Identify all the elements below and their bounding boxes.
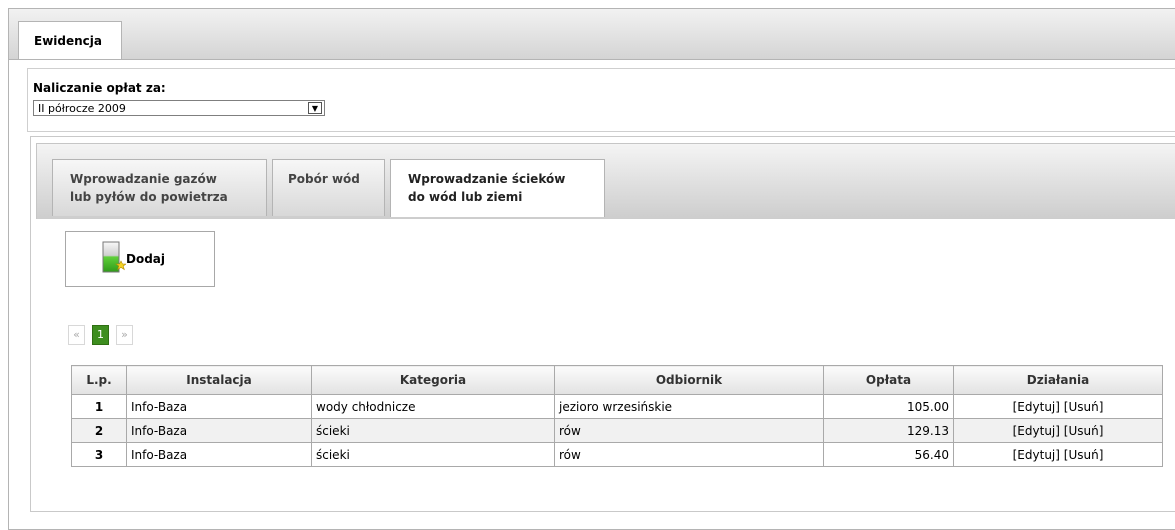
col-lp: L.p.	[71, 365, 127, 395]
main-tab-strip	[9, 9, 1175, 60]
cell-odbiornik: jezioro wrzesińskie	[554, 394, 824, 419]
cell-odbiornik: rów	[554, 442, 824, 467]
subtab-gazy-line2: lub pyłów do powietrza	[70, 190, 228, 204]
edit-link[interactable]: [Edytuj]	[1013, 448, 1060, 462]
pager-next[interactable]: »	[116, 325, 133, 345]
pager-page-1[interactable]: 1	[92, 325, 109, 345]
subtab-scieki-line1: Wprowadzanie ścieków	[408, 172, 566, 186]
col-oplata: Opłata	[823, 365, 954, 395]
cell-lp: 1	[71, 394, 127, 419]
subtab-scieki[interactable]: Wprowadzanie ścieków do wód lub ziemi	[390, 159, 605, 217]
cell-instalacja: Info-Baza	[126, 418, 312, 443]
subtab-panel: Wprowadzanie gazów lub pyłów do powietrz…	[30, 136, 1175, 512]
subtab-pobor-wod-label: Pobór wód	[288, 172, 360, 186]
edit-link[interactable]: [Edytuj]	[1013, 400, 1060, 414]
cell-dzialania: [Edytuj] [Usuń]	[953, 394, 1163, 419]
delete-link[interactable]: [Usuń]	[1064, 400, 1104, 414]
pager-prev[interactable]: «	[68, 325, 85, 345]
col-dzialania: Działania	[953, 365, 1163, 395]
edit-link[interactable]: [Edytuj]	[1013, 424, 1060, 438]
cell-dzialania: [Edytuj] [Usuń]	[953, 418, 1163, 443]
col-kategoria: Kategoria	[311, 365, 555, 395]
cell-kategoria: ścieki	[311, 418, 555, 443]
cell-instalacja: Info-Baza	[126, 394, 312, 419]
col-instalacja: Instalacja	[126, 365, 312, 395]
col-odbiornik: Odbiornik	[554, 365, 824, 395]
dropdown-arrow-icon[interactable]: ▼	[308, 102, 322, 114]
cell-oplata: 105.00	[823, 394, 954, 419]
table-row: 3 Info-Baza ścieki rów 56.40 [Edytuj] [U…	[71, 442, 1163, 467]
cell-odbiornik: rów	[554, 418, 824, 443]
table-row: 1 Info-Baza wody chłodnicze jezioro wrze…	[71, 394, 1163, 419]
cell-kategoria: ścieki	[311, 442, 555, 467]
cell-lp: 2	[71, 418, 127, 443]
cell-lp: 3	[71, 442, 127, 467]
cell-instalacja: Info-Baza	[126, 442, 312, 467]
tab-ewidencja[interactable]: Ewidencja	[18, 21, 122, 59]
add-button-label: Dodaj	[126, 252, 166, 266]
period-select-value: II półrocze 2009	[38, 102, 126, 115]
delete-link[interactable]: [Usuń]	[1064, 448, 1104, 462]
period-section: Naliczanie opłat za: II półrocze 2009 ▼	[27, 68, 1175, 132]
cell-oplata: 129.13	[823, 418, 954, 443]
cell-dzialania: [Edytuj] [Usuń]	[953, 442, 1163, 467]
subtab-gazy-line1: Wprowadzanie gazów	[70, 172, 217, 186]
add-button[interactable]: Dodaj	[65, 231, 215, 287]
add-document-icon	[102, 241, 126, 273]
delete-link[interactable]: [Usuń]	[1064, 424, 1104, 438]
cell-kategoria: wody chłodnicze	[311, 394, 555, 419]
subtab-pobor-wod[interactable]: Pobór wód	[272, 159, 385, 216]
fees-table: L.p. Instalacja Kategoria Odbiornik Opła…	[71, 365, 1163, 467]
period-select[interactable]: II półrocze 2009 ▼	[33, 100, 325, 116]
subtab-gazy[interactable]: Wprowadzanie gazów lub pyłów do powietrz…	[52, 159, 267, 216]
table-row: 2 Info-Baza ścieki rów 129.13 [Edytuj] […	[71, 418, 1163, 443]
cell-oplata: 56.40	[823, 442, 954, 467]
table-header-row: L.p. Instalacja Kategoria Odbiornik Opła…	[71, 365, 1163, 395]
subtab-scieki-line2: do wód lub ziemi	[408, 190, 523, 204]
period-label: Naliczanie opłat za:	[33, 81, 166, 95]
